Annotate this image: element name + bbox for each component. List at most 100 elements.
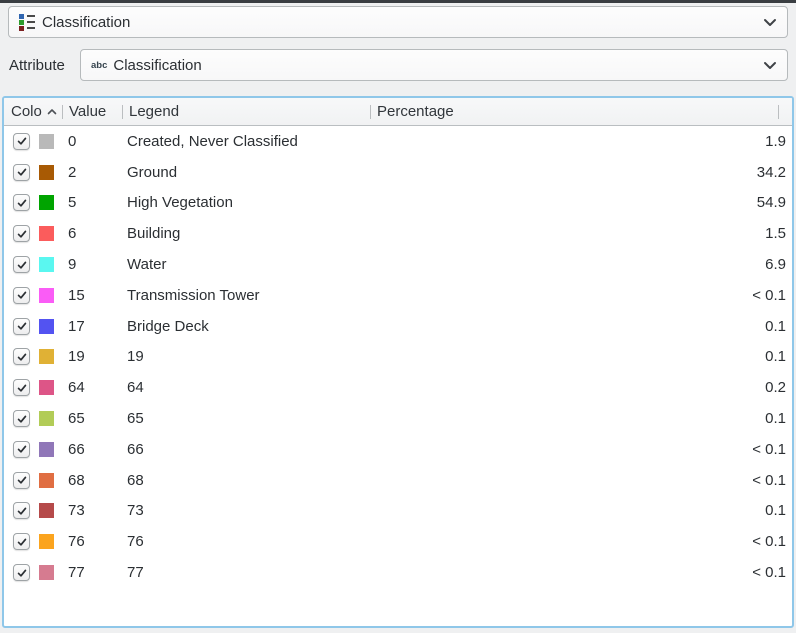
sort-ascending-icon <box>47 108 57 115</box>
value-cell[interactable]: 6 <box>62 225 122 242</box>
check-icon <box>16 197 28 209</box>
value-cell[interactable]: 19 <box>62 348 122 365</box>
visibility-checkbox[interactable] <box>13 348 30 365</box>
value-cell[interactable]: 66 <box>62 441 122 458</box>
check-icon <box>16 505 28 517</box>
color-swatch[interactable] <box>39 165 54 180</box>
column-header-value[interactable]: Value <box>62 98 122 125</box>
color-cell <box>4 225 62 242</box>
value-cell[interactable]: 76 <box>62 533 122 550</box>
visibility-checkbox[interactable] <box>13 287 30 304</box>
color-cell <box>4 379 62 396</box>
visibility-checkbox[interactable] <box>13 318 30 335</box>
visibility-checkbox[interactable] <box>13 379 30 396</box>
column-header-color[interactable]: Colo <box>4 98 62 125</box>
table-row: 0 Created, Never Classified 1.9 <box>4 126 792 157</box>
column-header-percentage[interactable]: Percentage <box>370 98 792 125</box>
legend-cell[interactable]: 64 <box>122 379 370 396</box>
legend-cell[interactable]: Transmission Tower <box>122 287 370 304</box>
table-row: 65 65 0.1 <box>4 403 792 434</box>
legend-cell[interactable]: Water <box>122 256 370 273</box>
color-swatch[interactable] <box>39 349 54 364</box>
color-swatch[interactable] <box>39 257 54 272</box>
legend-cell[interactable]: 73 <box>122 502 370 519</box>
legend-cell[interactable]: 65 <box>122 410 370 427</box>
legend-cell[interactable]: Created, Never Classified <box>122 133 370 150</box>
color-cell <box>4 533 62 550</box>
percentage-cell: 0.1 <box>370 502 792 519</box>
table-header-row: Colo Value Legend Percentage <box>4 98 792 126</box>
table-row: 5 High Vegetation 54.9 <box>4 188 792 219</box>
percentage-cell: 0.1 <box>370 410 792 427</box>
color-swatch[interactable] <box>39 288 54 303</box>
value-cell[interactable]: 65 <box>62 410 122 427</box>
table-row: 64 64 0.2 <box>4 372 792 403</box>
value-cell[interactable]: 77 <box>62 564 122 581</box>
chevron-down-icon <box>763 61 777 70</box>
legend-cell[interactable]: 66 <box>122 441 370 458</box>
percentage-cell: 0.1 <box>370 318 792 335</box>
visibility-checkbox[interactable] <box>13 164 30 181</box>
check-icon <box>16 351 28 363</box>
color-swatch[interactable] <box>39 473 54 488</box>
visibility-checkbox[interactable] <box>13 256 30 273</box>
color-swatch[interactable] <box>39 442 54 457</box>
legend-cell[interactable]: Ground <box>122 164 370 181</box>
color-cell <box>4 441 62 458</box>
value-cell[interactable]: 68 <box>62 472 122 489</box>
attribute-combobox[interactable]: abc Classification <box>80 49 788 81</box>
legend-cell[interactable]: 19 <box>122 348 370 365</box>
visibility-checkbox[interactable] <box>13 533 30 550</box>
color-swatch[interactable] <box>39 195 54 210</box>
color-swatch[interactable] <box>39 503 54 518</box>
color-swatch[interactable] <box>39 226 54 241</box>
visibility-checkbox[interactable] <box>13 194 30 211</box>
visibility-checkbox[interactable] <box>13 502 30 519</box>
chevron-down-icon <box>763 18 777 27</box>
value-cell[interactable]: 73 <box>62 502 122 519</box>
legend-cell[interactable]: 76 <box>122 533 370 550</box>
value-cell[interactable]: 5 <box>62 194 122 211</box>
color-swatch[interactable] <box>39 134 54 149</box>
color-swatch[interactable] <box>39 411 54 426</box>
visibility-checkbox[interactable] <box>13 472 30 489</box>
percentage-cell: < 0.1 <box>370 533 792 550</box>
legend-cell[interactable]: Building <box>122 225 370 242</box>
renderer-combobox[interactable]: Classification <box>8 6 788 38</box>
table-row: 76 76 < 0.1 <box>4 526 792 557</box>
visibility-checkbox[interactable] <box>13 225 30 242</box>
check-icon <box>16 259 28 271</box>
legend-cell[interactable]: High Vegetation <box>122 194 370 211</box>
attribute-combobox-value: Classification <box>113 57 201 74</box>
table-row: 6 Building 1.5 <box>4 218 792 249</box>
legend-cell[interactable]: 68 <box>122 472 370 489</box>
value-cell[interactable]: 64 <box>62 379 122 396</box>
color-cell <box>4 348 62 365</box>
percentage-cell: 0.1 <box>370 348 792 365</box>
check-icon <box>16 443 28 455</box>
column-header-legend[interactable]: Legend <box>122 98 370 125</box>
legend-cell[interactable]: 77 <box>122 564 370 581</box>
percentage-cell: 34.2 <box>370 164 792 181</box>
visibility-checkbox[interactable] <box>13 410 30 427</box>
check-icon <box>16 289 28 301</box>
value-cell[interactable]: 9 <box>62 256 122 273</box>
color-swatch[interactable] <box>39 380 54 395</box>
color-swatch[interactable] <box>39 534 54 549</box>
color-swatch[interactable] <box>39 565 54 580</box>
value-cell[interactable]: 15 <box>62 287 122 304</box>
visibility-checkbox[interactable] <box>13 441 30 458</box>
percentage-cell: 1.5 <box>370 225 792 242</box>
check-icon <box>16 228 28 240</box>
legend-cell[interactable]: Bridge Deck <box>122 318 370 335</box>
check-icon <box>16 320 28 332</box>
color-swatch[interactable] <box>39 319 54 334</box>
value-cell[interactable]: 2 <box>62 164 122 181</box>
table-row: 19 19 0.1 <box>4 342 792 373</box>
visibility-checkbox[interactable] <box>13 564 30 581</box>
table-row: 17 Bridge Deck 0.1 <box>4 311 792 342</box>
value-cell[interactable]: 0 <box>62 133 122 150</box>
visibility-checkbox[interactable] <box>13 133 30 150</box>
value-cell[interactable]: 17 <box>62 318 122 335</box>
color-cell <box>4 564 62 581</box>
